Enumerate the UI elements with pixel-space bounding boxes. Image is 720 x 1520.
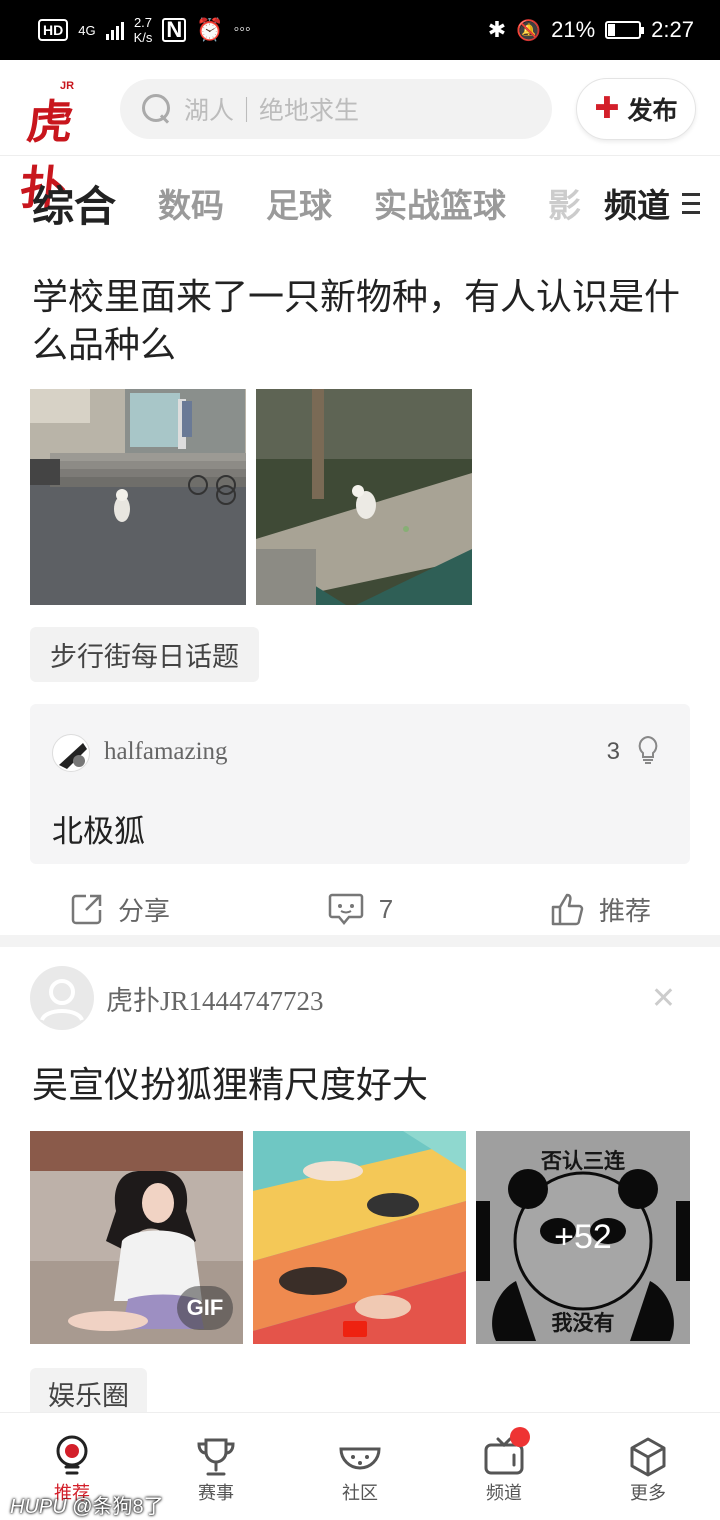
tab-basketball[interactable]: 实战篮球: [374, 179, 506, 227]
watermark-site: HUPU: [10, 1496, 67, 1518]
tab-general[interactable]: 综合: [32, 173, 116, 234]
post-images: GIF 否认三连 我没有 +52: [0, 1131, 720, 1344]
trophy-icon: [194, 1435, 238, 1479]
publish-button[interactable]: ✚ 发布: [576, 78, 696, 140]
more-images-count: +52: [554, 1218, 612, 1256]
comment-username[interactable]: halfamazing: [104, 738, 228, 766]
bluetooth-icon: ✱: [487, 17, 507, 42]
lightbulb-icon[interactable]: [634, 734, 662, 766]
lightbulb-icon: [50, 1435, 94, 1479]
cube-icon: [626, 1435, 670, 1479]
status-left: HD 4G 2.7 K/s N ⏰ ◦◦◦: [38, 15, 251, 45]
nav-label: 更多: [630, 1483, 666, 1503]
network-indicator: 4G: [78, 22, 96, 38]
status-right: ✱ 🔕 21% 2:27: [488, 17, 694, 43]
nav-community[interactable]: 社区: [288, 1413, 432, 1520]
nav-label: 社区: [342, 1483, 378, 1503]
default-avatar-icon: [40, 979, 84, 1022]
feed-post[interactable]: 学校里面来了一只新物种，有人认识是什么品种么 步行街每日话题 halfamazi…: [0, 249, 720, 954]
alarm-icon: ⏰: [196, 17, 224, 42]
comments-button[interactable]: 7: [240, 892, 480, 926]
nav-channel[interactable]: 频道: [432, 1413, 576, 1520]
post-image-gif[interactable]: GIF: [30, 1131, 243, 1344]
nav-more[interactable]: 更多: [576, 1413, 720, 1520]
hupu-logo[interactable]: JR 虎扑: [17, 80, 98, 215]
channel-button[interactable]: 频道: [580, 157, 720, 249]
menu-icon: [682, 192, 700, 214]
comment-icon: [328, 893, 364, 925]
category-tabs: 综合 数码 足球 实战篮球 影 频道: [0, 157, 720, 249]
voicemail-icon: ◦◦◦: [233, 21, 251, 38]
image-poster: [253, 1131, 466, 1344]
channel-label: 频道: [604, 187, 670, 224]
speed-value: 2.7: [133, 15, 153, 30]
feed-post[interactable]: 虎扑JR1444747723 ✕ 吴宣仪扮狐狸精尺度好大 GIF 否认三连 我没…: [0, 947, 720, 1419]
top-comment[interactable]: halfamazing 3 北极狐: [30, 704, 690, 864]
comment-count: 7: [378, 893, 394, 924]
notification-dot: [510, 1427, 530, 1447]
search-placeholder: 湖人｜绝地求生: [184, 97, 360, 125]
comment-avatar[interactable]: [52, 734, 90, 772]
image-fox-grass: [256, 389, 472, 605]
watermark: HUPU @条狗8了: [10, 1490, 164, 1519]
close-icon[interactable]: ✕: [651, 981, 676, 1016]
plus-icon: ✚: [594, 92, 620, 125]
recommend-button[interactable]: 推荐: [480, 891, 720, 928]
more-images-overlay[interactable]: +52: [476, 1131, 690, 1344]
search-icon: [142, 94, 172, 124]
post-image-grass[interactable]: [256, 389, 472, 605]
battery-icon: [605, 21, 645, 39]
post-image-building[interactable]: [30, 389, 246, 605]
search-bar[interactable]: 湖人｜绝地求生: [120, 79, 552, 139]
post-image-meme[interactable]: 否认三连 我没有 +52: [476, 1131, 690, 1344]
signal-icon: [105, 20, 124, 40]
author-name[interactable]: 虎扑JR1444747723: [106, 979, 324, 1018]
nav-label: 赛事: [198, 1483, 234, 1503]
battery-percent: 21%: [551, 17, 596, 42]
nfc-icon: N: [162, 18, 187, 42]
share-label: 分享: [117, 895, 170, 926]
topic-tag[interactable]: 步行街每日话题: [30, 627, 259, 682]
tab-partial[interactable]: 影: [548, 179, 581, 227]
post-author[interactable]: 虎扑JR1444747723: [0, 947, 720, 1031]
comment-text: 北极狐: [52, 814, 145, 849]
recommend-label: 推荐: [598, 895, 651, 926]
post-title[interactable]: 吴宣仪扮狐狸精尺度好大: [0, 1061, 720, 1109]
tab-digital[interactable]: 数码: [158, 179, 224, 227]
app-header: JR 虎扑 湖人｜绝地求生 ✚ 发布: [0, 60, 720, 215]
mute-icon: 🔕: [516, 19, 542, 42]
post-title[interactable]: 学校里面来了一只新物种，有人认识是什么品种么: [0, 273, 720, 369]
share-button[interactable]: 分享: [0, 891, 240, 928]
speed-unit: K/s: [133, 30, 153, 45]
image-fox-building: [30, 389, 246, 605]
post-divider: [0, 935, 720, 947]
clock: 2:27: [651, 17, 694, 42]
post-image-poster[interactable]: [253, 1131, 466, 1344]
nav-label: 频道: [486, 1483, 522, 1503]
gif-badge: GIF: [177, 1286, 233, 1330]
nav-matches[interactable]: 赛事: [144, 1413, 288, 1520]
thumbs-up-icon: [551, 893, 584, 926]
hd-indicator: HD: [38, 19, 69, 41]
tab-football[interactable]: 足球: [266, 179, 332, 227]
status-bar: HD 4G 2.7 K/s N ⏰ ◦◦◦ ✱ 🔕 21% 2:27: [0, 0, 720, 60]
post-images: [0, 389, 720, 605]
author-avatar[interactable]: [30, 966, 94, 1030]
avatar-image: [59, 743, 87, 769]
share-icon: [71, 894, 102, 925]
network-speed: 2.7 K/s: [134, 15, 153, 45]
publish-label: 发布: [627, 97, 678, 125]
comment-like-count: 3: [606, 738, 620, 765]
watermelon-icon: [338, 1435, 382, 1479]
watermark-user: @条狗8了: [72, 1496, 164, 1518]
